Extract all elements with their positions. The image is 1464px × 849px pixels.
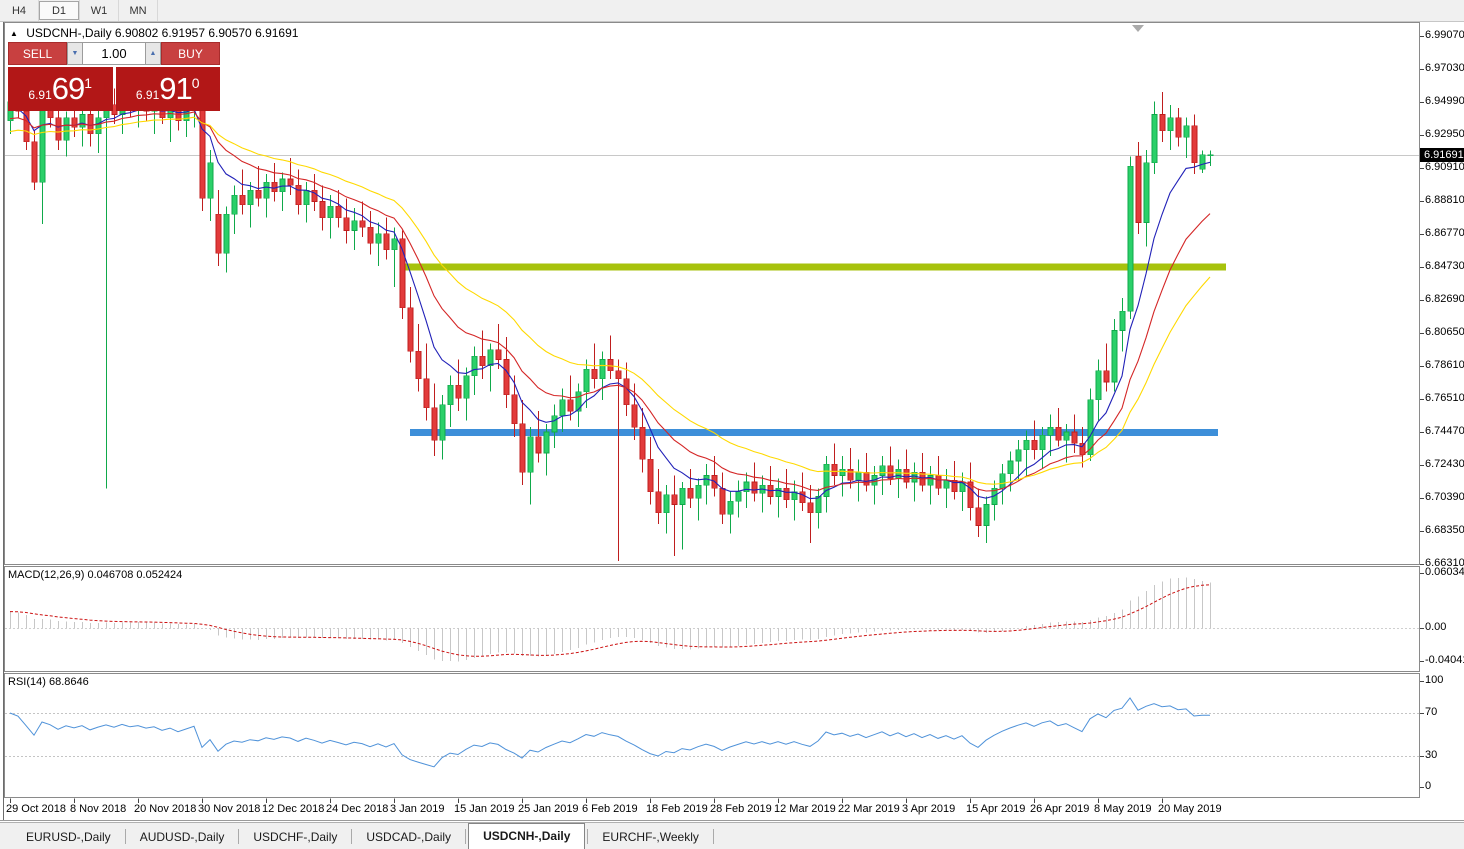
tab-separator (587, 829, 589, 844)
price-axis-label: 6.82690 (1425, 293, 1464, 305)
macd-indicator-label: MACD(12,26,9) 0.046708 0.052424 (8, 569, 183, 581)
rsi-pane[interactable] (4, 673, 1420, 798)
triangle-down-icon: ▼ (71, 50, 79, 57)
macd-pane[interactable] (4, 566, 1420, 672)
date-axis-label: 20 Nov 2018 (134, 803, 197, 815)
price-axis-label: 6.80650 (1425, 326, 1464, 338)
date-axis-label: 25 Jan 2019 (518, 803, 579, 815)
rsi-axis-label: 70 (1425, 706, 1438, 718)
rsi-axis-label: 0 (1425, 780, 1432, 792)
price-axis-label: 6.76510 (1425, 392, 1464, 404)
tab-separator (238, 829, 240, 844)
sell-price-display[interactable]: 6.91 69 1 (8, 67, 113, 111)
timeframe-button-mn[interactable]: MN (119, 0, 157, 21)
date-axis-label: 26 Apr 2019 (1030, 803, 1090, 815)
chart-title: ▲ USDCNH-,Daily 6.90802 6.91957 6.90570 … (10, 26, 298, 40)
chart-tab-bar: EURUSD-,Daily AUDUSD-,Daily USDCHF-,Daily U… (0, 822, 1464, 849)
price-axis-label: 6.97030 (1425, 62, 1464, 74)
current-price-tag: 6.91691 (1420, 148, 1464, 162)
macd-axis-label: 0.060342 (1425, 566, 1464, 578)
date-axis-label: 18 Feb 2019 (646, 803, 708, 815)
date-axis-label: 8 May 2019 (1094, 803, 1152, 815)
price-axis-label: 6.72430 (1425, 458, 1464, 470)
date-axis-label: 3 Apr 2019 (902, 803, 956, 815)
toolbar-separator (157, 0, 158, 21)
date-axis-label: 12 Mar 2019 (774, 803, 836, 815)
date-axis-label: 30 Nov 2018 (198, 803, 261, 815)
sell-price-big: 69 (51, 71, 85, 106)
macd-axis-label: -0.040415 (1425, 654, 1464, 666)
chart-tab-usdcnh[interactable]: USDCNH-,Daily (468, 823, 586, 849)
sell-price-pip: 1 (84, 75, 93, 91)
volume-input[interactable] (83, 42, 145, 65)
chart-tab-usdchf[interactable]: USDCHF-,Daily (241, 825, 349, 849)
date-axis-label: 6 Feb 2019 (582, 803, 638, 815)
tab-separator (712, 829, 714, 844)
price-axis-label: 6.88810 (1425, 194, 1464, 206)
tab-separator (124, 829, 126, 844)
chart-tab-usdcad[interactable]: USDCAD-,Daily (354, 825, 463, 849)
tab-separator (465, 829, 467, 844)
date-axis-label: 22 Mar 2019 (838, 803, 900, 815)
buy-price-display[interactable]: 6.91 91 0 (115, 67, 220, 111)
macd-axis-label: 0.00 (1425, 621, 1447, 633)
date-axis-label: 29 Oct 2018 (6, 803, 66, 815)
buy-price-prefix: 6.91 (135, 88, 160, 102)
rsi-axis-label: 30 (1425, 749, 1438, 761)
timeframe-button-d1[interactable]: D1 (39, 1, 79, 20)
date-axis-label: 12 Dec 2018 (262, 803, 325, 815)
tab-separator (351, 829, 353, 844)
chart-title-text: USDCNH-,Daily 6.90802 6.91957 6.90570 6.… (26, 26, 299, 40)
price-axis-label: 6.99070 (1425, 29, 1464, 41)
buy-price-big: 91 (159, 71, 192, 106)
collapse-panel-icon[interactable]: ▲ (10, 29, 18, 38)
date-axis-label: 8 Nov 2018 (70, 803, 127, 815)
trading-platform-window: H4 D1 W1 MN ▲ USDCNH-,Daily 6.90802 6.91957… (0, 0, 1464, 849)
price-axis-label: 6.90910 (1425, 161, 1464, 173)
buy-button[interactable]: BUY (161, 42, 220, 65)
timeframe-button-h4[interactable]: H4 (0, 0, 38, 21)
sell-button[interactable]: SELL (8, 42, 67, 65)
date-axis-label: 28 Feb 2019 (710, 803, 772, 815)
price-axis-label: 6.92950 (1425, 128, 1464, 140)
date-axis-label: 20 May 2019 (1158, 803, 1222, 815)
price-axis-label: 6.74470 (1425, 425, 1464, 437)
timeframe-button-w1[interactable]: W1 (80, 0, 118, 21)
rsi-axis-label: 100 (1425, 674, 1444, 686)
price-axis-label: 6.94990 (1425, 95, 1464, 107)
one-click-trading-panel: SELL ▼ ▲ BUY 6.91691 6.91910 (8, 42, 220, 111)
volume-increase-button[interactable]: ▲ (145, 42, 161, 65)
date-axis-label: 15 Jan 2019 (454, 803, 515, 815)
chart-tab-eurchf[interactable]: EURCHF-,Weekly (590, 825, 710, 849)
date-axis-label: 15 Apr 2019 (966, 803, 1026, 815)
timeframe-toolbar: H4 D1 W1 MN (0, 0, 1464, 22)
sell-price-prefix: 6.91 (28, 88, 52, 102)
price-axis-label: 6.70390 (1425, 491, 1464, 503)
date-axis-label: 3 Jan 2019 (390, 803, 445, 815)
price-axis-label: 6.68350 (1425, 524, 1464, 536)
chart-tab-audusd[interactable]: AUDUSD-,Daily (128, 825, 237, 849)
price-axis-label: 6.86770 (1425, 227, 1464, 239)
volume-decrease-button[interactable]: ▼ (67, 42, 83, 65)
buy-price-pip: 0 (191, 75, 200, 91)
chart-tab-eurusd[interactable]: EURUSD-,Daily (14, 825, 123, 849)
date-axis-label: 24 Dec 2018 (326, 803, 389, 815)
price-axis-label: 6.78610 (1425, 359, 1464, 371)
triangle-up-icon: ▲ (149, 50, 157, 57)
price-axis-label: 6.84730 (1425, 260, 1464, 272)
rsi-indicator-label: RSI(14) 68.8646 (8, 676, 89, 688)
